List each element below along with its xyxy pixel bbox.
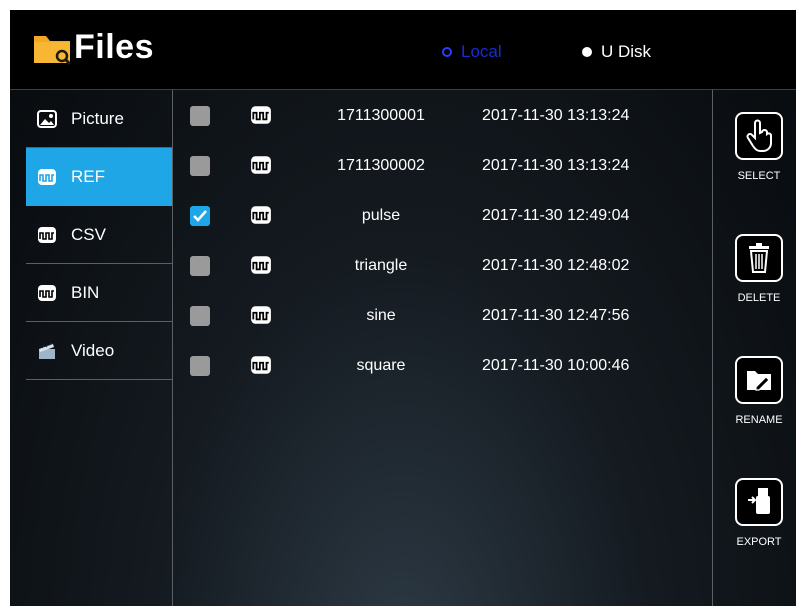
file-type-sidebar: Picture REF CSV BIN Video [26,90,172,606]
file-date: 2017-11-30 13:13:24 [482,107,630,124]
file-row[interactable]: sine 2017-11-30 12:47:56 [173,292,712,342]
file-name: 1711300001 [337,107,425,124]
sidebar-item-video[interactable]: Video [26,322,172,380]
sidebar-item-label: CSV [71,224,106,244]
file-name: 1711300002 [337,157,425,174]
folder-search-icon [34,36,72,66]
sidebar-item-bin[interactable]: BIN [26,264,172,322]
file-row[interactable]: pulse 2017-11-30 12:49:04 [173,192,712,242]
delete-button[interactable]: DELETE [728,234,790,304]
file-manager-screen: Files Local U Disk Picture REF CSV BIN V… [10,10,796,606]
file-date: 2017-11-30 12:49:04 [482,207,630,224]
header-bar: Files Local U Disk [10,10,796,90]
rename-button-frame[interactable] [735,356,783,404]
checkmark-icon [193,210,207,222]
waveform-icon [36,225,58,245]
export-button[interactable]: EXPORT [728,478,790,548]
row-checkbox[interactable] [190,256,210,276]
row-checkbox[interactable] [190,206,210,226]
actions-divider [712,90,713,606]
usb-export-icon [748,488,770,514]
storage-radio-udisk[interactable]: U Disk [582,42,651,62]
file-row[interactable]: square 2017-11-30 10:00:46 [173,342,712,392]
file-row[interactable]: triangle 2017-11-30 12:48:02 [173,242,712,292]
waveform-icon [250,255,272,280]
file-name: triangle [354,257,408,274]
select-button[interactable]: SELECT [728,112,790,182]
storage-radio-label: U Disk [601,42,652,61]
row-checkbox[interactable] [190,306,210,326]
sidebar-item-label: Video [71,340,115,360]
file-name: sine [366,307,396,324]
video-icon [36,341,58,361]
waveform-icon [250,205,272,230]
export-button-frame[interactable] [735,478,783,526]
row-checkbox[interactable] [190,356,210,376]
trash-icon [749,243,769,273]
file-date: 2017-11-30 12:48:02 [482,257,630,274]
export-button-label: EXPORT [736,536,782,548]
storage-radio-local[interactable]: Local [442,42,502,62]
file-row[interactable]: 1711300002 2017-11-30 13:13:24 [173,142,712,192]
waveform-icon [250,105,272,130]
sidebar-item-ref[interactable]: REF [26,148,172,206]
waveform-icon [36,283,58,303]
file-date: 2017-11-30 10:00:46 [482,357,630,374]
sidebar-item-csv[interactable]: CSV [26,206,172,264]
sidebar-item-label: Picture [71,108,124,128]
waveform-icon [36,167,58,187]
file-row[interactable]: 1711300001 2017-11-30 13:13:24 [173,92,712,142]
storage-radio-label: Local [461,42,502,61]
file-date: 2017-11-30 13:13:24 [482,157,630,174]
file-name: square [356,357,406,374]
select-button-label: SELECT [737,170,781,182]
hand-pointer-icon [746,119,772,152]
select-button-frame[interactable] [735,112,783,160]
waveform-icon [250,305,272,330]
waveform-icon [250,355,272,380]
row-checkbox[interactable] [190,156,210,176]
delete-button-label: DELETE [737,292,781,304]
file-name: pulse [361,207,401,224]
folder-edit-icon [747,371,771,391]
sidebar-item-label: BIN [71,282,100,302]
rename-button[interactable]: RENAME [728,356,790,426]
sidebar-item-label: REF [71,166,105,186]
picture-icon [36,109,58,129]
delete-button-frame[interactable] [735,234,783,282]
radio-dot-icon [442,47,452,57]
file-date: 2017-11-30 12:47:56 [482,307,630,324]
radio-dot-icon [582,47,592,57]
waveform-icon [250,155,272,180]
row-checkbox[interactable] [190,106,210,126]
page-title: Files [74,28,154,66]
sidebar-item-picture[interactable]: Picture [26,90,172,148]
rename-button-label: RENAME [735,414,783,426]
